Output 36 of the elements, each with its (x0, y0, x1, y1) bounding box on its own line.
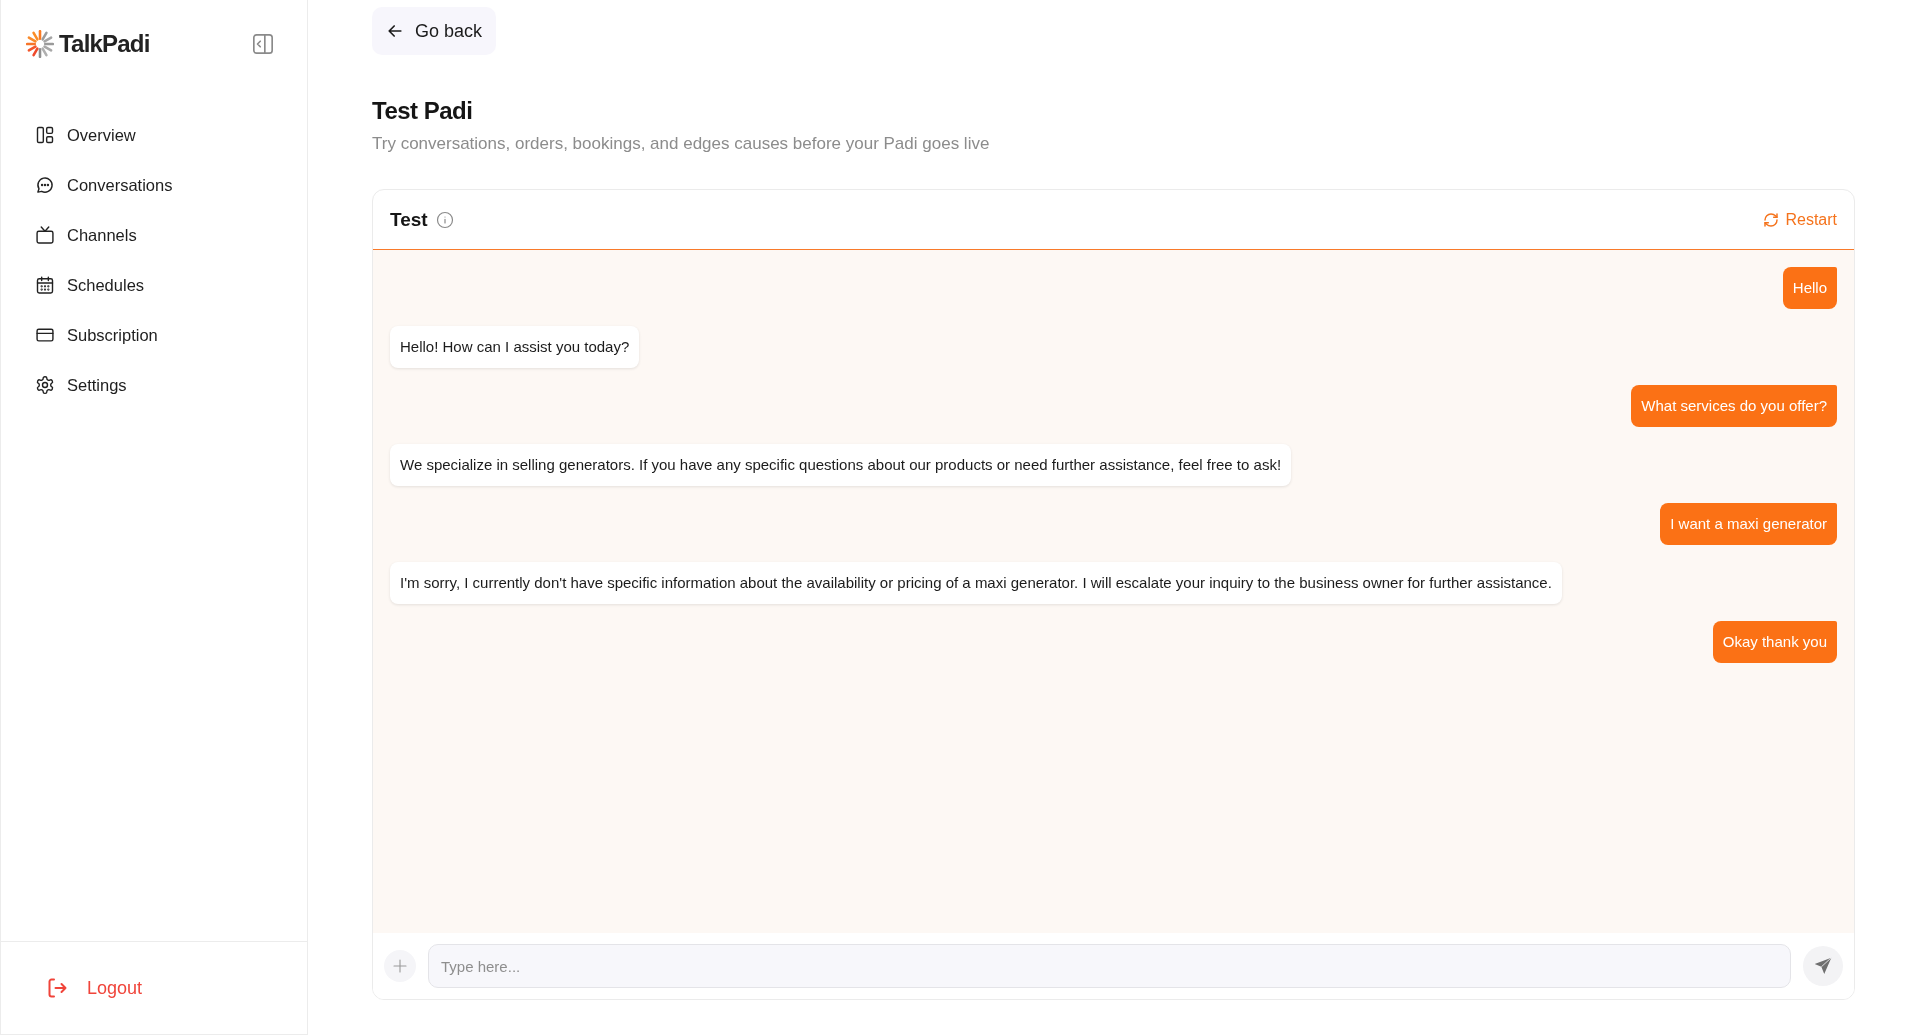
panel-collapse-icon (252, 33, 274, 55)
bot-message: I'm sorry, I currently don't have specific information about the availability or pricing of a maxi generator. I will escalate your inquiry to the business owner for further assistance. (390, 562, 1562, 604)
calendar-icon (35, 275, 55, 295)
nav-item[interactable]: Overview (23, 110, 293, 160)
chat-bubble-icon (35, 175, 55, 195)
sidebar-toggle-button[interactable] (252, 33, 274, 55)
settings-icon (35, 375, 55, 395)
plus-icon (391, 957, 409, 975)
user-message: What services do you offer? (1631, 385, 1837, 427)
sunburst-logo-icon (26, 30, 54, 58)
logout-button[interactable]: Logout (45, 976, 143, 1000)
user-message: Okay thank you (1712, 621, 1837, 663)
send-icon (1813, 956, 1833, 976)
bot-message: We specialize in selling generators. If you have any specific questions about our products or need further assistance, feel free to ask! (390, 444, 1292, 486)
nav-item[interactable]: Conversations (23, 160, 293, 210)
brand-name: TalkPadi (59, 30, 150, 58)
chat-title: Test (390, 208, 428, 231)
user-message: Hello (1782, 267, 1837, 309)
nav-item[interactable]: Schedules (23, 260, 293, 310)
send-button[interactable] (1803, 946, 1843, 986)
refresh-icon (1763, 211, 1780, 228)
page-subtitle: Try conversations, orders, bookings, and edges causes before your Padi goes live (372, 133, 990, 155)
message-input[interactable]: Type here... (428, 944, 1791, 988)
bot-message: Hello! How can I assist you today? (390, 326, 640, 368)
nav-item[interactable]: Channels (23, 210, 293, 260)
nav-item[interactable]: Settings (23, 360, 293, 410)
back-button[interactable]: Go back (372, 7, 497, 55)
info-icon (435, 210, 454, 229)
credit-card-icon (35, 325, 55, 345)
tv-icon (35, 225, 55, 245)
add-button[interactable] (384, 950, 416, 982)
user-message: I want a maxi generator (1660, 503, 1837, 545)
layout-icon (35, 125, 55, 145)
nav-item[interactable]: Subscription (23, 310, 293, 360)
logout-icon (45, 976, 69, 1000)
page-title: Test Padi (372, 96, 473, 126)
